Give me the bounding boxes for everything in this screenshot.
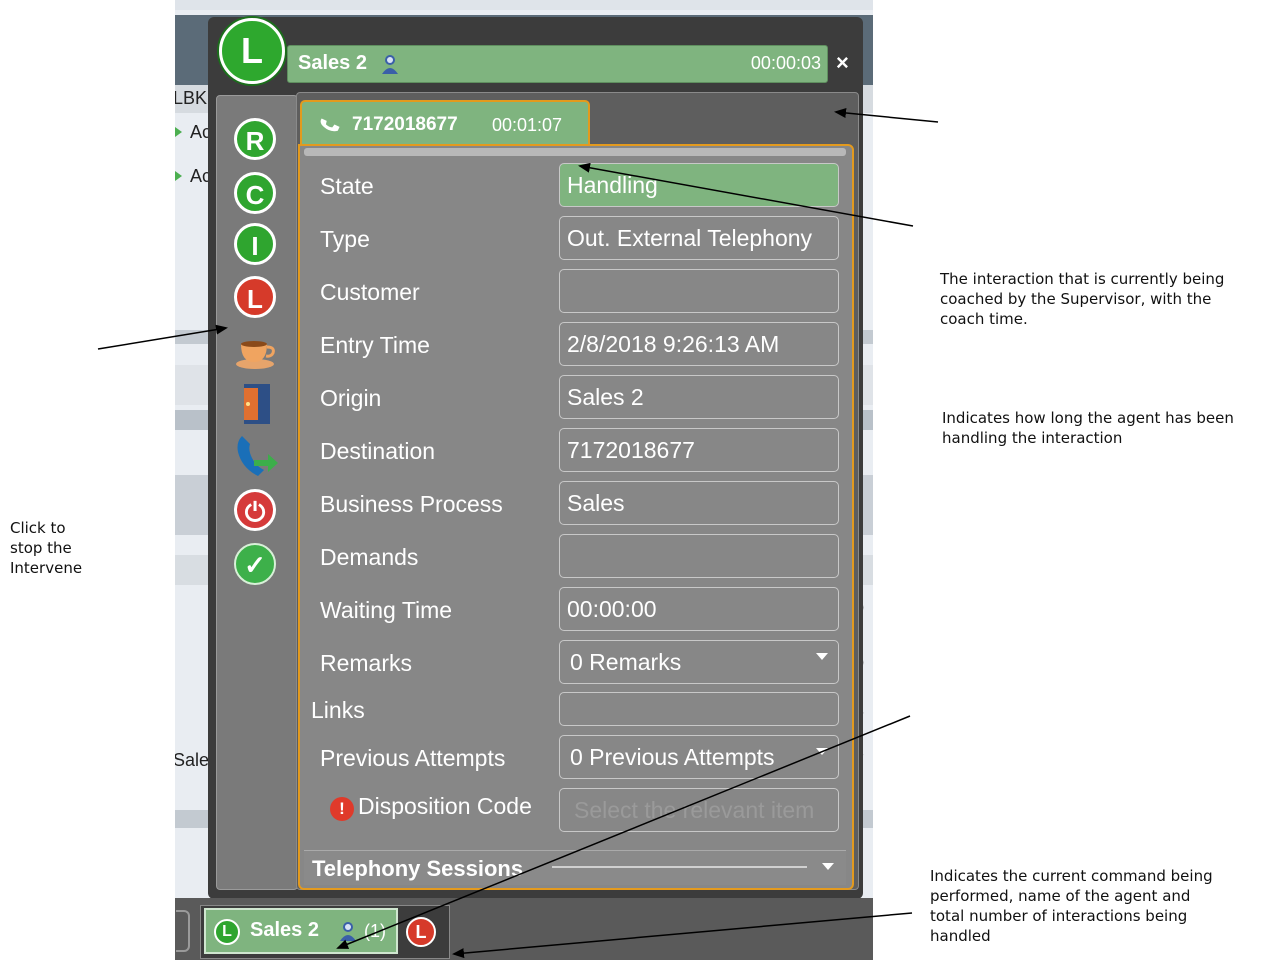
arrow-intervene bbox=[97, 324, 228, 350]
annotation-arrows bbox=[97, 107, 939, 959]
arrow-agent-count bbox=[336, 715, 911, 949]
arrow-coached bbox=[834, 107, 939, 123]
arrow-command bbox=[452, 912, 913, 959]
arrow-handling bbox=[578, 162, 914, 227]
